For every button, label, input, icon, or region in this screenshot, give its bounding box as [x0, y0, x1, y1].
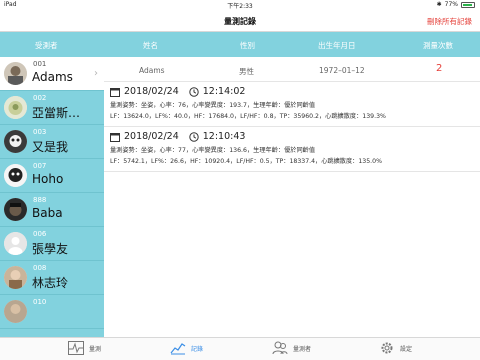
- subject-id: 003: [33, 128, 47, 136]
- subject-item[interactable]: 007 Hoho: [0, 159, 104, 193]
- record-summary: 量測姿勢：坐姿，心率：77，心率變異度：136.6，生理年齡：優於同齡值: [110, 147, 316, 154]
- record-date: 2018/02/24: [124, 131, 179, 142]
- header-birthdate: 出生年月日: [318, 41, 356, 50]
- status-right: ✱ 77%: [437, 1, 475, 8]
- navigation-bar: 量測記錄 刪除所有記錄: [0, 11, 480, 32]
- record-metrics: LF：5742.1，LF%：26.6，HF：10920.4，LF/HF：0.5，…: [110, 158, 382, 165]
- subject-name: 又是我: [32, 140, 69, 154]
- delete-all-records-button[interactable]: 刪除所有記錄: [427, 16, 472, 27]
- clock: 下午2:33: [227, 3, 253, 10]
- subject-id: 006: [33, 230, 47, 238]
- tab-label: 設定: [400, 345, 413, 353]
- record-time: 12:10:43: [202, 131, 246, 142]
- subject-birthdate-value: 1972–01–12: [319, 66, 365, 75]
- avatar: [4, 62, 27, 85]
- tab-subjects[interactable]: 量測者: [272, 341, 311, 355]
- subject-item[interactable]: 001 Adams ›: [0, 57, 104, 91]
- tab-label: 量測者: [293, 345, 312, 353]
- avatar: [4, 266, 27, 289]
- gear-icon: [381, 342, 393, 354]
- record-summary: 量測姿勢：坐姿，心率：76，心率變異度：193.7，生理年齡：優於同齡值: [110, 102, 316, 109]
- subject-item[interactable]: 010: [0, 295, 104, 329]
- tab-label: 量測: [89, 345, 102, 353]
- subject-item[interactable]: 002 亞當斯…: [0, 91, 104, 125]
- clock-icon: [189, 86, 199, 97]
- subject-item[interactable]: 888 Baba: [0, 193, 104, 227]
- avatar: [4, 300, 27, 323]
- tab-label: 記錄: [191, 345, 204, 353]
- subject-id: 888: [33, 196, 47, 204]
- people-icon: [272, 341, 288, 355]
- subject-name: Baba: [32, 206, 63, 220]
- status-bar: iPad 下午2:33 ✱ 77%: [0, 0, 480, 11]
- record-metrics: LF：13624.0，LF%：40.0，HF：17684.0，LF/HF：0.8…: [110, 113, 386, 120]
- subject-id: 001: [33, 60, 47, 68]
- chart-trend-icon: [170, 343, 186, 355]
- record-date: 2018/02/24: [124, 86, 179, 97]
- subject-list[interactable]: 001 Adams › 002 亞當斯… 003 又是我 007 Hoho 88…: [0, 57, 104, 337]
- calendar-icon: [110, 132, 120, 142]
- avatar: [4, 164, 27, 187]
- bluetooth-icon: ✱: [436, 1, 442, 8]
- header-gender: 性別: [240, 41, 255, 50]
- tab-settings[interactable]: 設定: [379, 341, 412, 355]
- subject-name: Hoho: [32, 172, 64, 186]
- tab-records[interactable]: 記錄: [170, 341, 203, 355]
- tab-measure[interactable]: 量測: [68, 341, 101, 355]
- subject-name: 張學友: [32, 242, 69, 256]
- subject-id: 008: [33, 264, 47, 272]
- subject-name: Adams: [32, 70, 73, 84]
- calendar-icon: [110, 87, 120, 97]
- subject-item[interactable]: 003 又是我: [0, 125, 104, 159]
- heartbeat-icon: [68, 341, 84, 355]
- avatar: [4, 198, 27, 221]
- subject-name-value: Adams: [139, 66, 165, 75]
- table-header: 受測者 姓名 性別 出生年月日 測量次數: [0, 32, 480, 57]
- battery-icon: [461, 1, 475, 8]
- record-item[interactable]: 2018/02/24 12:14:02 量測姿勢：坐姿，心率：76，心率變異度：…: [104, 82, 480, 127]
- subject-item[interactable]: 008 林志玲: [0, 261, 104, 295]
- avatar: [4, 96, 27, 119]
- avatar: [4, 232, 27, 255]
- header-count: 測量次數: [423, 41, 453, 50]
- header-name: 姓名: [143, 41, 158, 50]
- chevron-right-icon: ›: [94, 68, 98, 79]
- subject-id: 002: [33, 94, 47, 102]
- selected-subject-row: Adams 男性 1972–01–12 2: [104, 57, 480, 82]
- record-time: 12:14:02: [202, 86, 246, 97]
- subject-name: 亞當斯…: [32, 106, 81, 120]
- subject-id: 007: [33, 162, 47, 170]
- subject-name: 林志玲: [32, 276, 69, 290]
- subject-id: 010: [33, 298, 47, 306]
- measurement-count-value: 2: [436, 63, 443, 74]
- record-item[interactable]: 2018/02/24 12:10:43 量測姿勢：坐姿，心率：77，心率變異度：…: [104, 127, 480, 172]
- record-detail-panel: Adams 男性 1972–01–12 2 2018/02/24 12:14:0…: [104, 57, 480, 337]
- page-title: 量測記錄: [224, 17, 256, 26]
- subject-gender-value: 男性: [239, 67, 254, 76]
- clock-icon: [189, 131, 199, 142]
- battery-percent: 77%: [444, 1, 458, 8]
- header-subject: 受測者: [35, 41, 58, 50]
- tab-bar: 量測 記錄 量測者 設定: [0, 337, 480, 360]
- avatar: [4, 130, 27, 153]
- subject-item[interactable]: 006 張學友: [0, 227, 104, 261]
